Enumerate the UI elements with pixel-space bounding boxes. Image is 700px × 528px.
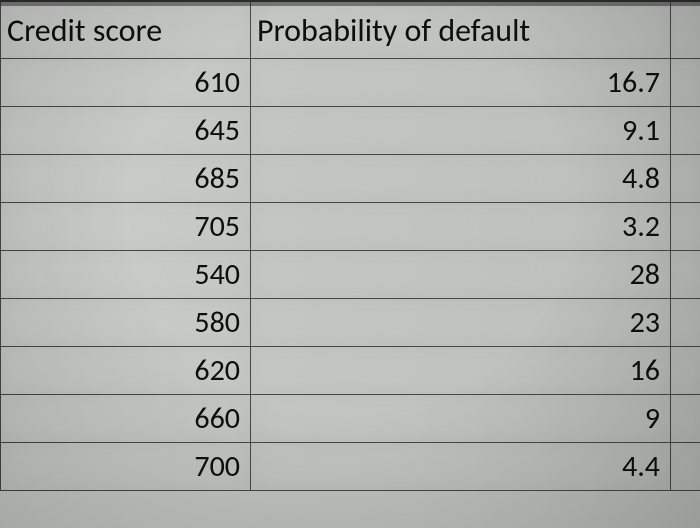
cell-prob[interactable]: 16: [251, 347, 671, 395]
table-body: 610 16.7 645 9.1 685 4.8 705 3.2 540: [1, 59, 700, 491]
col-header-credit-score[interactable]: Credit score: [1, 1, 251, 59]
cell-empty[interactable]: [671, 347, 700, 395]
cell-prob[interactable]: 9.1: [251, 107, 671, 155]
cell-prob[interactable]: 4.8: [251, 155, 671, 203]
cell-score[interactable]: 705: [1, 203, 251, 251]
cell-empty[interactable]: [671, 443, 700, 491]
cell-prob[interactable]: 16.7: [251, 59, 671, 107]
cell-prob[interactable]: 4.4: [251, 443, 671, 491]
cell-empty[interactable]: [671, 251, 700, 299]
cell-score[interactable]: 700: [1, 443, 251, 491]
cell-score[interactable]: 580: [1, 299, 251, 347]
cell-empty[interactable]: [671, 107, 700, 155]
col-header-probability[interactable]: Probability of default: [251, 1, 671, 59]
table-row: 660 9: [1, 395, 700, 443]
cell-score[interactable]: 660: [1, 395, 251, 443]
table-row: 540 28: [1, 251, 700, 299]
cell-empty[interactable]: [671, 203, 700, 251]
cell-prob[interactable]: 23: [251, 299, 671, 347]
table-header-row: Credit score Probability of default: [1, 1, 700, 59]
window-edge: [0, 0, 700, 6]
table-row: 700 4.4: [1, 443, 700, 491]
cell-empty[interactable]: [671, 59, 700, 107]
table-row: 580 23: [1, 299, 700, 347]
table-row: 645 9.1: [1, 107, 700, 155]
cell-score[interactable]: 620: [1, 347, 251, 395]
table-row: 705 3.2: [1, 203, 700, 251]
table-row: 610 16.7: [1, 59, 700, 107]
cell-prob[interactable]: 3.2: [251, 203, 671, 251]
table-row: 620 16: [1, 347, 700, 395]
col-header-empty[interactable]: [671, 1, 700, 59]
data-table: Credit score Probability of default 610 …: [0, 0, 700, 491]
cell-score[interactable]: 610: [1, 59, 251, 107]
cell-empty[interactable]: [671, 395, 700, 443]
cell-score[interactable]: 540: [1, 251, 251, 299]
cell-score[interactable]: 685: [1, 155, 251, 203]
cell-empty[interactable]: [671, 155, 700, 203]
cell-score[interactable]: 645: [1, 107, 251, 155]
table-row: 685 4.8: [1, 155, 700, 203]
spreadsheet-view: Credit score Probability of default 610 …: [0, 0, 700, 528]
cell-empty[interactable]: [671, 299, 700, 347]
cell-prob[interactable]: 28: [251, 251, 671, 299]
cell-prob[interactable]: 9: [251, 395, 671, 443]
